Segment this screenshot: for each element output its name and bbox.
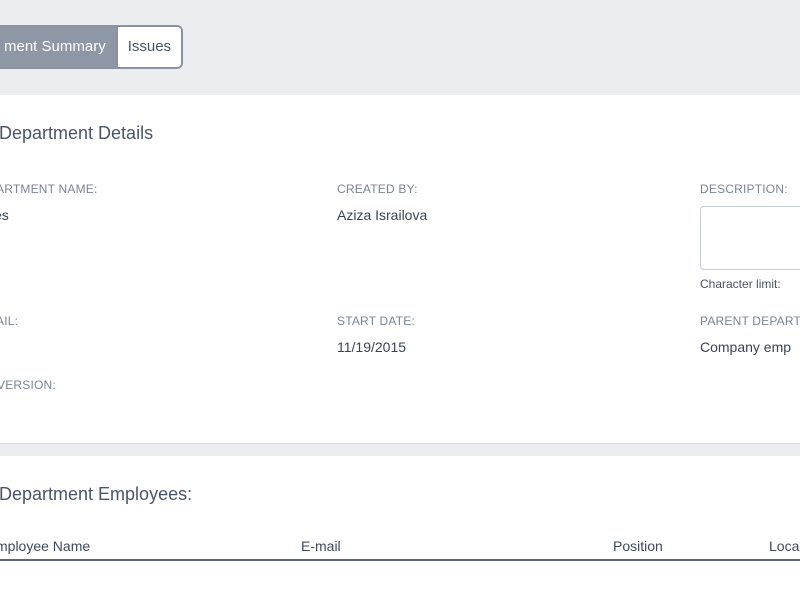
version-label: VERSION:: [0, 378, 56, 392]
parent-department-label: PARENT DEPART: [700, 314, 800, 328]
column-position[interactable]: Position: [613, 538, 663, 554]
department-employees-title: Department Employees:: [0, 484, 193, 504]
department-employees-card: Department Employees: mployee Name E-mai…: [0, 456, 800, 600]
department-name-value: es: [0, 207, 9, 223]
email-label: AIL:: [0, 314, 19, 328]
column-email[interactable]: E-mail: [301, 538, 341, 554]
column-employee-name[interactable]: mployee Name: [0, 538, 90, 554]
start-date-value: 11/19/2015: [337, 339, 407, 355]
tab-department-summary[interactable]: ment Summary: [0, 27, 116, 67]
parent-department-value: Company emp: [700, 339, 792, 355]
tab-issues[interactable]: Issues: [115, 27, 182, 67]
top-toolbar: ment Summary Issues: [0, 0, 800, 95]
created-by-label: CREATED BY:: [337, 182, 418, 196]
description-textarea[interactable]: [700, 206, 800, 270]
start-date-label: START DATE:: [337, 314, 415, 328]
column-location[interactable]: Loca: [769, 538, 799, 554]
department-name-label: ARTMENT NAME:: [0, 182, 98, 196]
description-label: DESCRIPTION:: [700, 182, 788, 196]
department-details-card: Department Details ARTMENT NAME: es CREA…: [0, 95, 800, 444]
tab-switcher: ment Summary Issues: [0, 25, 184, 69]
department-details-title: Department Details: [0, 123, 154, 143]
character-limit-label: Character limit:: [700, 277, 781, 291]
created-by-value: Aziza Israilova: [337, 207, 428, 223]
table-header-divider: [0, 559, 800, 561]
